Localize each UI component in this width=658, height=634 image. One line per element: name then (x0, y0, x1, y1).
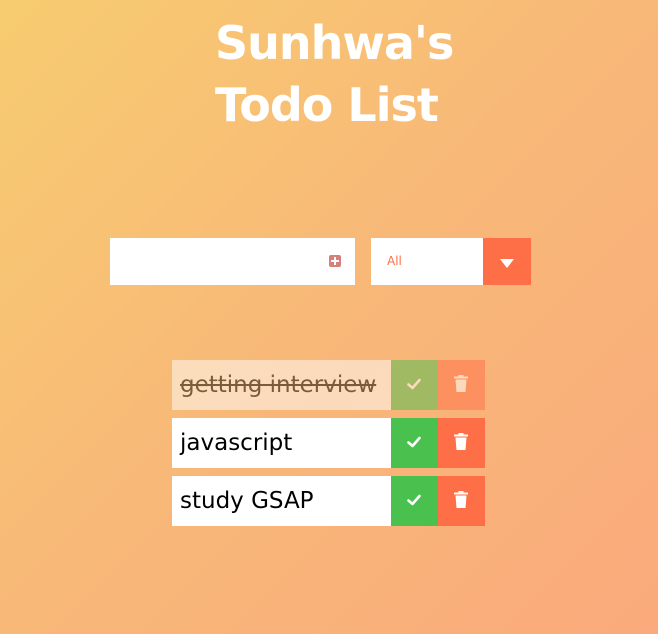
todo-list: getting interview javascript study GSAP (172, 360, 485, 534)
todo-item: study GSAP (172, 476, 485, 526)
todo-text: getting interview (172, 360, 391, 410)
todo-item: getting interview (172, 360, 485, 410)
page-title: Sunhwa's Todo List (215, 12, 454, 136)
title-line-2: Todo List (215, 78, 439, 132)
complete-button[interactable] (391, 476, 438, 526)
trash-icon (454, 433, 468, 450)
trash-icon (454, 375, 468, 392)
complete-button[interactable] (391, 360, 438, 410)
filter-select[interactable]: All (371, 238, 531, 285)
todo-text: study GSAP (172, 476, 391, 526)
add-todo-form (110, 238, 355, 285)
delete-button[interactable] (438, 360, 485, 410)
delete-button[interactable] (438, 476, 485, 526)
title-line-1: Sunhwa's (215, 16, 454, 70)
delete-button[interactable] (438, 418, 485, 468)
add-todo-button[interactable] (329, 255, 341, 267)
check-icon (407, 436, 421, 448)
filter-selected-value: All (387, 254, 402, 268)
caret-down-icon[interactable] (483, 238, 531, 285)
todo-input[interactable] (110, 238, 315, 285)
check-icon (407, 378, 421, 390)
complete-button[interactable] (391, 418, 438, 468)
todo-text: javascript (172, 418, 391, 468)
todo-item: javascript (172, 418, 485, 468)
trash-icon (454, 491, 468, 508)
check-icon (407, 494, 421, 506)
